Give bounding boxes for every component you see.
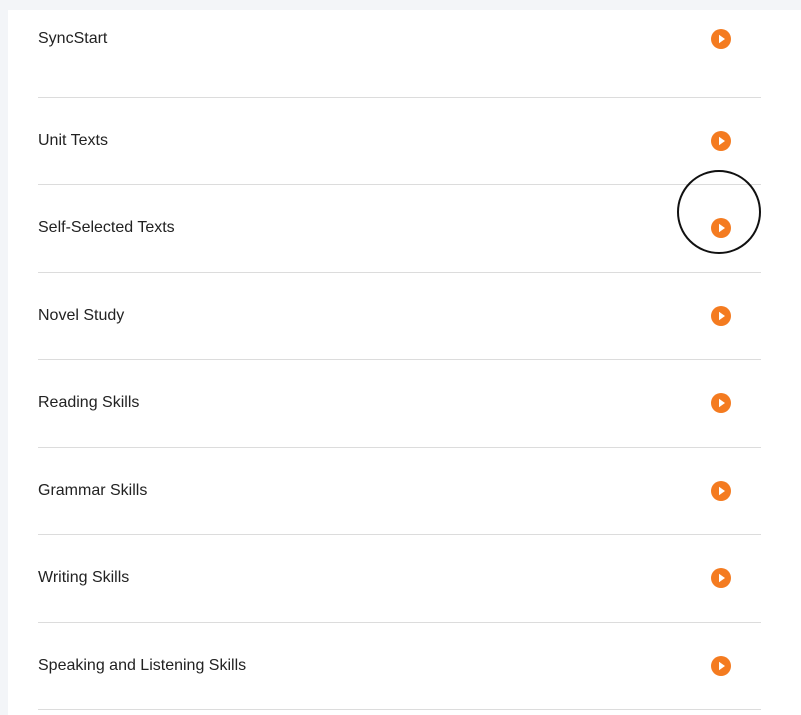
- play-circle-icon[interactable]: [711, 305, 731, 326]
- list-item-label: Grammar Skills: [38, 481, 148, 499]
- list-item-label: Novel Study: [38, 306, 125, 324]
- play-circle-icon[interactable]: [711, 218, 731, 239]
- list-item-label: Speaking and Listening Skills: [38, 656, 247, 674]
- list-item-writing-skills[interactable]: Writing Skills: [38, 535, 761, 623]
- list-item-novel-study[interactable]: Novel Study: [38, 273, 761, 360]
- list-item-label: Reading Skills: [38, 394, 140, 412]
- play-circle-icon[interactable]: [711, 568, 731, 589]
- list-item-label: Writing Skills: [38, 569, 130, 587]
- play-circle-icon[interactable]: [711, 29, 731, 49]
- menu-list: SyncStart Unit Texts Self-Selected Texts…: [38, 10, 761, 710]
- list-item-reading-skills[interactable]: Reading Skills: [38, 360, 761, 448]
- list-item-grammar-skills[interactable]: Grammar Skills: [38, 448, 761, 535]
- list-item-syncstart[interactable]: SyncStart: [38, 10, 761, 98]
- play-circle-icon[interactable]: [711, 655, 731, 676]
- list-item-label: Self-Selected Texts: [38, 219, 175, 237]
- content-panel: SyncStart Unit Texts Self-Selected Texts…: [8, 10, 801, 715]
- play-circle-icon[interactable]: [711, 130, 731, 151]
- play-circle-icon[interactable]: [711, 480, 731, 501]
- list-item-unit-texts[interactable]: Unit Texts: [38, 98, 761, 185]
- play-circle-icon[interactable]: [711, 393, 731, 414]
- list-item-speaking-listening-skills[interactable]: Speaking and Listening Skills: [38, 623, 761, 710]
- list-item-self-selected-texts[interactable]: Self-Selected Texts: [38, 185, 761, 273]
- list-item-label: SyncStart: [38, 30, 108, 47]
- list-item-label: Unit Texts: [38, 131, 108, 149]
